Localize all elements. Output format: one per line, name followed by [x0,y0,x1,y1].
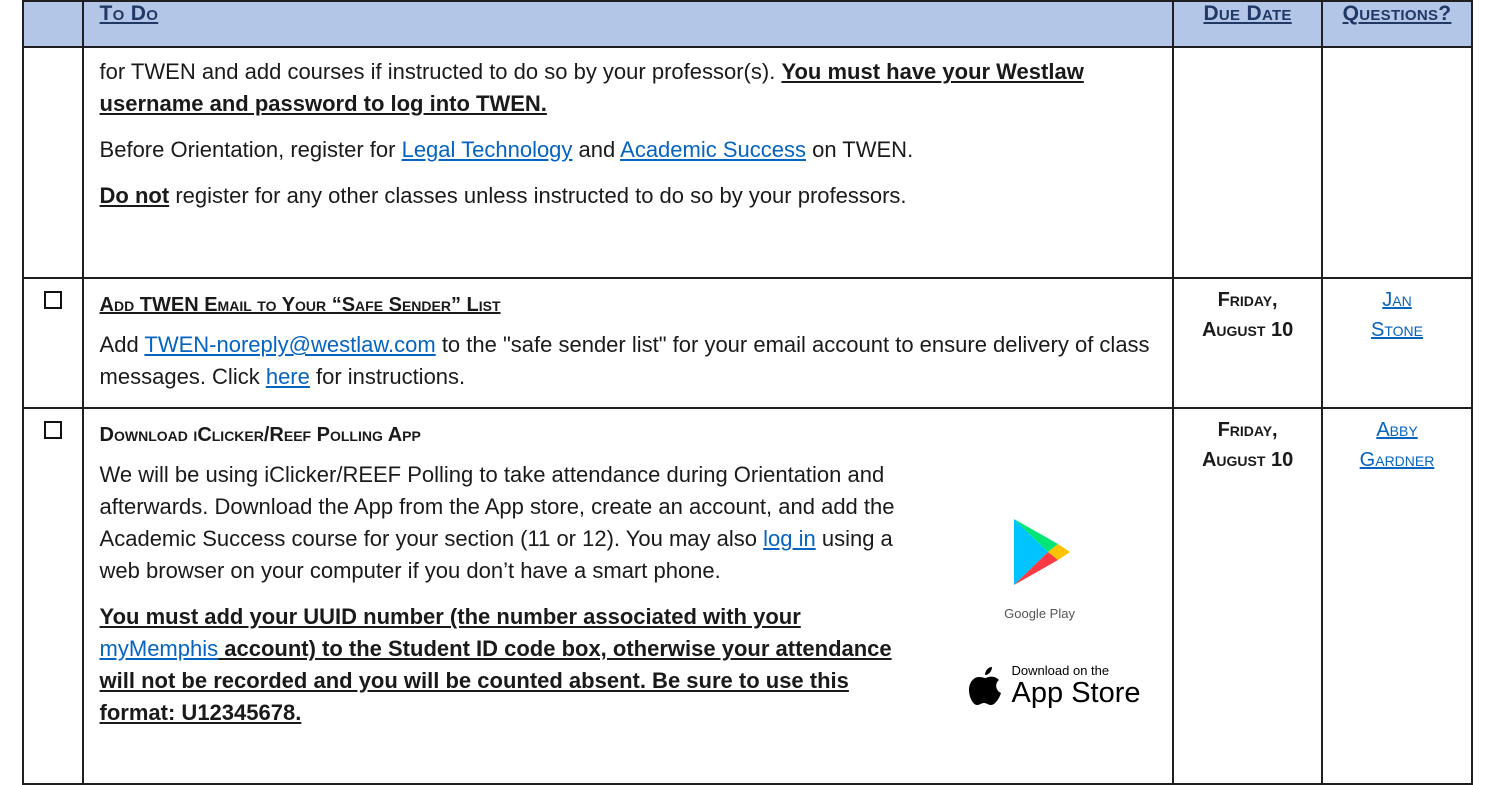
row2-paragraph: Add TWEN-noreply@westlaw.com to the "saf… [99,332,1150,389]
row2-check-cell [22,277,84,409]
contact-abby-gardner-line2[interactable]: Gardner [1323,445,1471,475]
row3-heading: Download iClicker/Reef Polling App [99,424,421,446]
header-questions-label: Questions? [1342,2,1452,25]
row3-due-line2: August 10 [1201,449,1294,471]
header-due-date-label: Due Date [1203,2,1292,25]
header-questions: Questions? [1321,0,1473,48]
header-todo-label: To Do [99,2,159,25]
row3-due-line1: Friday, [1217,419,1278,441]
mymemphis-link[interactable]: myMemphis [100,636,219,661]
table-header-row: To Do Due Date Questions? [22,0,1473,48]
row3-questions-cell: Abby Gardner [1321,407,1473,785]
row3-check-cell [22,407,84,785]
header-check-cell [22,0,84,48]
log-in-link[interactable]: log in [763,526,816,551]
row2-heading: Add TWEN Email to Your “Safe Sender” Lis… [99,294,501,316]
apple-icon [968,667,1001,705]
header-todo: To Do [81,0,1175,48]
row1-due-cell [1172,46,1324,279]
row2-due-line1: Friday, [1217,289,1278,311]
contact-jan-stone-line2[interactable]: Stone [1323,315,1471,345]
row1-paragraph2: Before Orientation, register for Legal T… [99,137,914,162]
row1-check-cell [22,46,84,279]
google-play-icon [1013,519,1070,585]
twen-email-link[interactable]: TWEN-noreply@westlaw.com [144,332,435,357]
row2-todo-cell: Add TWEN Email to Your “Safe Sender” Lis… [81,277,1175,409]
row2-checkbox[interactable] [43,291,62,309]
header-due-date: Due Date [1172,0,1324,48]
todo-table: To Do Due Date Questions? for TWEN and a… [22,0,1473,785]
legal-technology-link[interactable]: Legal Technology [402,137,573,162]
row3-todo-cell: Download iClicker/Reef Polling App We wi… [81,407,1175,785]
row3-paragraph2: You must add your UUID number (the numbe… [99,604,892,725]
row1-paragraph3: Do not register for any other classes un… [99,183,907,208]
row2-due-cell: Friday, August 10 [1172,277,1324,409]
google-play-label: Google Play [1004,606,1075,621]
app-store-text: Download on the App Store [1011,663,1141,709]
row3-paragraph1: We will be using iClicker/REEF Polling t… [99,462,895,583]
table-row: for TWEN and add courses if instructed t… [22,46,1473,279]
row2-due-line2: August 10 [1201,319,1294,341]
row3-body: We will be using iClicker/REEF Polling t… [100,459,1157,729]
app-store-small-label: Download on the [1011,663,1110,678]
table-row: Download iClicker/Reef Polling App We wi… [22,407,1473,785]
row1-questions-cell [1321,46,1473,279]
academic-success-link[interactable]: Academic Success [620,137,806,162]
google-play-badge[interactable]: Google Play [990,517,1090,630]
app-store-badge[interactable]: Download on the App Store [968,664,1141,708]
row2-questions-cell: Jan Stone [1321,277,1473,409]
instructions-here-link[interactable]: here [266,364,310,389]
contact-abby-gardner-line1[interactable]: Abby [1323,415,1471,445]
row3-checkbox[interactable] [43,421,62,439]
row1-todo-cell: for TWEN and add courses if instructed t… [81,46,1175,279]
row3-due-cell: Friday, August 10 [1172,407,1324,785]
contact-jan-stone-line1[interactable]: Jan [1323,285,1471,315]
table-row: Add TWEN Email to Your “Safe Sender” Lis… [22,277,1473,409]
row1-paragraph1: for TWEN and add courses if instructed t… [99,59,1084,116]
app-store-big-label: App Store [1011,677,1141,709]
